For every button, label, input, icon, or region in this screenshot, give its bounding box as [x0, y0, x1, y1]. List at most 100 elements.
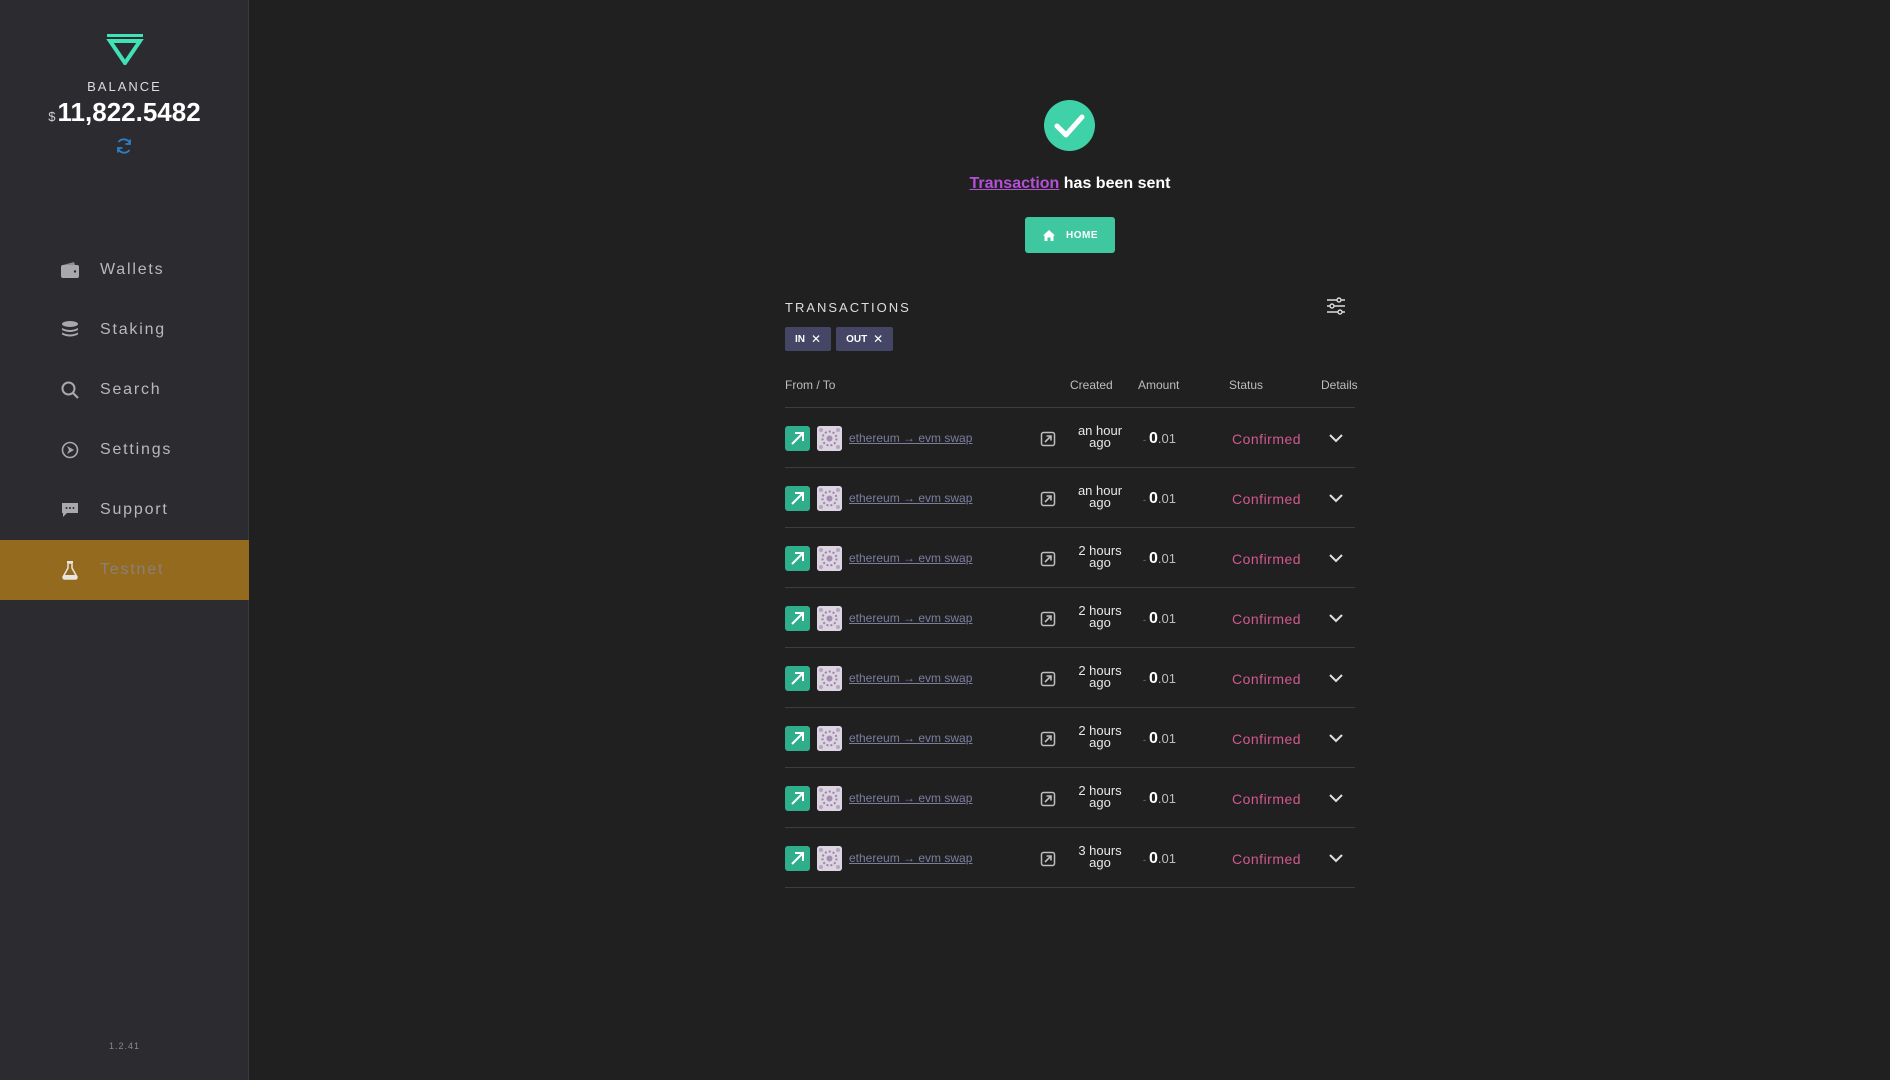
table-header: From / To Created Amount Status Details	[785, 378, 1358, 408]
amount: -0.01	[1143, 610, 1176, 628]
table-row: ethereum → evm swap 2 hours ago -0.01 Co…	[785, 708, 1355, 768]
transaction-description-link[interactable]: ethereum → evm swap	[849, 731, 972, 745]
close-icon[interactable]: ✕	[811, 332, 821, 346]
column-header-from-to: From / To	[785, 378, 836, 392]
amount-fraction: .01	[1157, 671, 1176, 686]
table-row: ethereum → evm swap 2 hours ago -0.01 Co…	[785, 588, 1355, 648]
token-icon	[817, 426, 842, 451]
filter-icon[interactable]	[1326, 297, 1346, 315]
outgoing-arrow-icon	[785, 786, 810, 811]
chevron-down-icon[interactable]	[1328, 792, 1344, 804]
column-header-status: Status	[1229, 378, 1264, 392]
token-icon	[817, 606, 842, 631]
column-header-created: Created	[1070, 378, 1113, 392]
flask-icon	[60, 560, 80, 580]
created-time: 3 hours ago	[1078, 843, 1122, 870]
chip-label: OUT	[846, 333, 868, 345]
chevron-down-icon[interactable]	[1328, 492, 1344, 504]
chevron-down-icon[interactable]	[1328, 732, 1344, 744]
external-link-icon[interactable]	[1040, 491, 1056, 507]
created-time: 2 hours ago	[1078, 543, 1122, 570]
amount-integer: 0	[1149, 610, 1158, 627]
outgoing-arrow-icon	[785, 666, 810, 691]
transaction-link[interactable]: Transaction	[970, 175, 1060, 192]
logo-icon	[106, 34, 144, 65]
external-link-icon[interactable]	[1040, 611, 1056, 627]
transaction-description-link[interactable]: ethereum → evm swap	[849, 671, 972, 685]
chevron-down-icon[interactable]	[1328, 672, 1344, 684]
status-badge: Confirmed	[1232, 491, 1302, 507]
outgoing-arrow-icon	[785, 606, 810, 631]
created-time: 2 hours ago	[1078, 723, 1122, 750]
sidebar-item-label: Testnet	[100, 561, 165, 578]
external-link-icon[interactable]	[1040, 431, 1056, 447]
column-header-details: Details	[1321, 378, 1358, 392]
outgoing-arrow-icon	[785, 846, 810, 871]
sidebar-item-label: Support	[100, 501, 169, 518]
status-badge: Confirmed	[1232, 731, 1302, 747]
table-row: ethereum → evm swap an hour ago -0.01 Co…	[785, 468, 1355, 528]
transaction-description-link[interactable]: ethereum → evm swap	[849, 491, 972, 505]
status-badge: Confirmed	[1232, 431, 1302, 447]
transaction-description-link[interactable]: ethereum → evm swap	[849, 551, 972, 565]
status-badge: Confirmed	[1232, 851, 1302, 867]
sidebar-item-testnet[interactable]: Testnet	[0, 540, 249, 600]
status-badge: Confirmed	[1232, 611, 1302, 627]
chip-label: IN	[795, 333, 805, 345]
sidebar-item-search[interactable]: Search	[0, 360, 249, 420]
amount-integer: 0	[1149, 850, 1158, 867]
filter-chips: IN ✕ OUT ✕	[785, 327, 894, 351]
amount-fraction: .01	[1157, 431, 1176, 446]
sidebar-item-settings[interactable]: Settings	[0, 420, 249, 480]
transaction-description-link[interactable]: ethereum → evm swap	[849, 851, 972, 865]
chevron-down-icon[interactable]	[1328, 432, 1344, 444]
balance-label: BALANCE	[87, 79, 162, 94]
outgoing-arrow-icon	[785, 426, 810, 451]
success-message-text: has been sent	[1059, 175, 1171, 192]
external-link-icon[interactable]	[1040, 671, 1056, 687]
version-label: 1.2.41	[108, 1041, 141, 1051]
sidebar-item-label: Wallets	[100, 261, 165, 278]
transaction-description-link[interactable]: ethereum → evm swap	[849, 611, 972, 625]
refresh-icon[interactable]	[115, 137, 133, 155]
success-message: Transaction has been sent	[0, 175, 1890, 193]
sidebar: BALANCE $11,822.5482 Wallets Staking Sea…	[0, 0, 249, 1080]
amount: -0.01	[1143, 670, 1176, 688]
chevron-down-icon[interactable]	[1328, 612, 1344, 624]
token-icon	[817, 486, 842, 511]
amount-sign: -	[1143, 795, 1146, 805]
wallet-icon	[60, 260, 80, 280]
outgoing-arrow-icon	[785, 726, 810, 751]
sidebar-item-wallets[interactable]: Wallets	[0, 240, 249, 300]
sidebar-nav: Wallets Staking Search Settings Support	[0, 240, 249, 600]
created-time: 2 hours ago	[1078, 783, 1122, 810]
external-link-icon[interactable]	[1040, 551, 1056, 567]
chevron-down-icon[interactable]	[1328, 552, 1344, 564]
amount-fraction: .01	[1157, 851, 1176, 866]
amount-integer: 0	[1149, 670, 1158, 687]
coin-stack-icon	[60, 320, 80, 340]
transactions-table: ethereum → evm swap an hour ago -0.01 Co…	[785, 407, 1355, 888]
transactions-title: TRANSACTIONS	[785, 300, 911, 315]
sidebar-item-support[interactable]: Support	[0, 480, 249, 540]
external-link-icon[interactable]	[1040, 791, 1056, 807]
home-button[interactable]: HOME	[1025, 217, 1115, 253]
filter-chip-in[interactable]: IN ✕	[785, 327, 832, 351]
table-row: ethereum → evm swap 2 hours ago -0.01 Co…	[785, 648, 1355, 708]
token-icon	[817, 546, 842, 571]
search-icon	[60, 380, 80, 400]
filter-chip-out[interactable]: OUT ✕	[836, 327, 894, 351]
amount: -0.01	[1143, 730, 1176, 748]
amount: -0.01	[1143, 430, 1176, 448]
balance-value: $11,822.5482	[0, 97, 249, 128]
close-icon[interactable]: ✕	[873, 332, 883, 346]
created-time: 2 hours ago	[1078, 663, 1122, 690]
transaction-description-link[interactable]: ethereum → evm swap	[849, 431, 972, 445]
sidebar-item-staking[interactable]: Staking	[0, 300, 249, 360]
transaction-description-link[interactable]: ethereum → evm swap	[849, 791, 972, 805]
amount-integer: 0	[1149, 790, 1158, 807]
external-link-icon[interactable]	[1040, 851, 1056, 867]
chevron-down-icon[interactable]	[1328, 852, 1344, 864]
column-header-amount: Amount	[1138, 378, 1180, 392]
external-link-icon[interactable]	[1040, 731, 1056, 747]
